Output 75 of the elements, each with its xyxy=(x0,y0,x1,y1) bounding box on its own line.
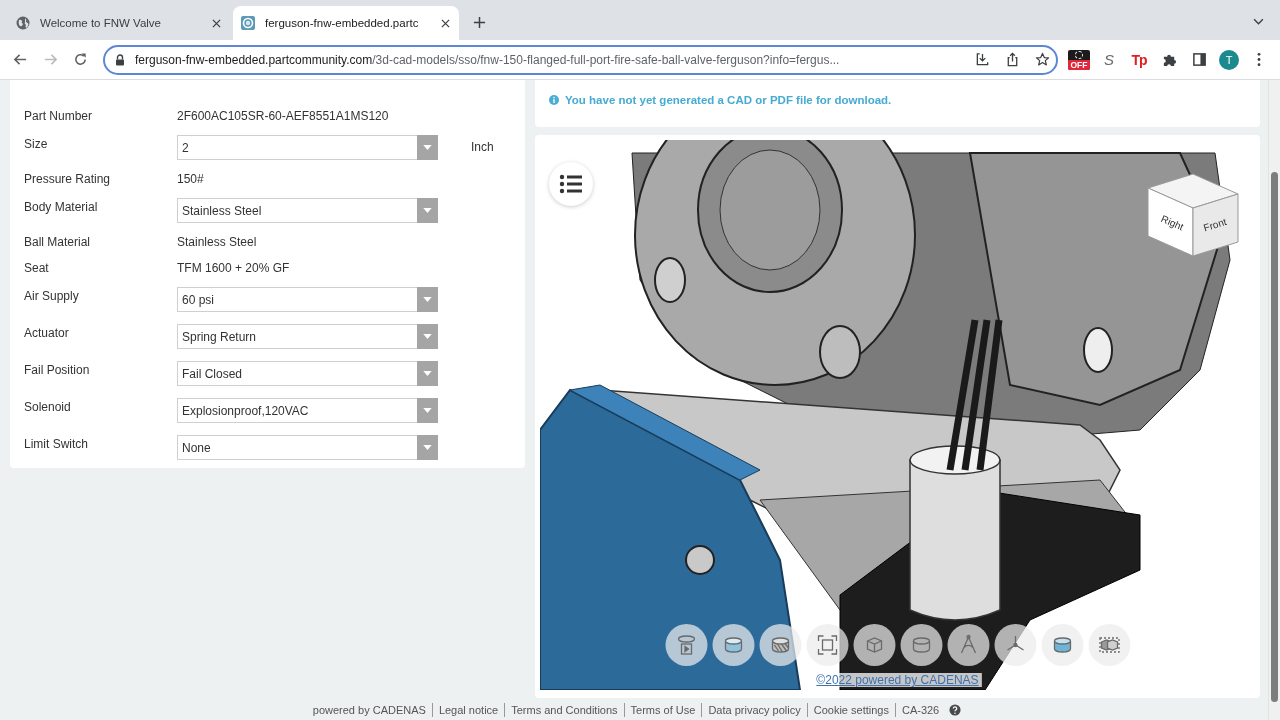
url-text: ferguson-fnw-embedded.partcommunity.com/3d-cad-models/sso/fnw-150-flanged-full-port-fire-safe-ball-valve-ferguson?info=fergus... xyxy=(135,52,841,67)
scrollbar-track[interactable] xyxy=(1268,80,1280,720)
back-arrow-icon[interactable] xyxy=(12,52,28,67)
field-value: TFM 1600 + 20% GF xyxy=(177,260,290,276)
cube-face-label[interactable]: Front xyxy=(1202,216,1228,234)
footer-link[interactable]: Data privacy policy xyxy=(701,703,807,717)
puzzle-icon[interactable] xyxy=(1161,52,1177,67)
globe-icon xyxy=(16,16,30,30)
profile-avatar[interactable]: T xyxy=(1219,49,1239,70)
bolt-head xyxy=(685,545,715,575)
bolt-hole xyxy=(819,325,861,379)
sidebar-icon[interactable] xyxy=(1191,52,1207,67)
list-icon xyxy=(559,174,583,194)
field-label: Size xyxy=(24,136,49,152)
field-label: Actuator xyxy=(24,325,70,341)
caret-icon xyxy=(417,324,438,349)
field-label: Seat xyxy=(24,260,50,276)
field-label: Solenoid xyxy=(24,399,72,415)
field-label: Ball Material xyxy=(24,234,92,250)
extension-button[interactable]: Tp xyxy=(1125,45,1153,74)
extension-button[interactable]: S xyxy=(1095,45,1123,74)
caret-icon xyxy=(417,398,438,423)
field-value: 150# xyxy=(177,171,204,187)
unit-label: Inch xyxy=(471,139,494,156)
field-label: Part Number xyxy=(24,108,94,124)
browser-tab[interactable]: ferguson-fnw-embedded.partc xyxy=(233,6,459,40)
cube-face-label[interactable]: Right xyxy=(1159,213,1186,233)
field-label: Limit Switch xyxy=(24,436,89,452)
footer-link[interactable]: Legal notice xyxy=(431,703,505,717)
download-icon[interactable] xyxy=(975,52,990,67)
field-value: 2F600AC105SR-60-AEF8551A1MS120 xyxy=(177,108,389,124)
footer-link[interactable]: Cookie settings xyxy=(806,703,895,717)
chevron-down-icon[interactable] xyxy=(1253,18,1264,25)
close-icon[interactable] xyxy=(212,18,221,28)
more-options-icon[interactable] xyxy=(1257,52,1261,67)
view-cube[interactable]: Right Front xyxy=(1138,166,1248,262)
info-icon xyxy=(549,94,559,105)
field-label: Body Material xyxy=(24,199,99,215)
field-value: Stainless Steel xyxy=(177,234,257,250)
frame-icon xyxy=(815,633,839,657)
footer-link[interactable]: powered by CADENAS xyxy=(306,703,432,717)
lock-icon[interactable] xyxy=(115,53,125,66)
caret-icon xyxy=(417,198,438,223)
address-bar[interactable]: ferguson-fnw-embedded.partcommunity.com/3d-cad-models/sso/fnw-150-flanged-full-port-fire-safe-ball-valve-ferguson?info=fergus... xyxy=(103,44,1058,75)
star-icon[interactable] xyxy=(1035,52,1050,67)
share-icon[interactable] xyxy=(1005,52,1020,67)
footer-link[interactable]: CA-326 xyxy=(894,703,946,717)
help-icon[interactable] xyxy=(949,704,962,716)
close-icon[interactable] xyxy=(441,18,450,28)
dropdown[interactable]: Explosionproof,120VAC xyxy=(177,398,438,423)
dropdown[interactable]: Spring Return xyxy=(177,324,438,349)
caret-icon xyxy=(417,361,438,386)
dropdown[interactable]: Fail Closed xyxy=(177,361,438,386)
dropdown[interactable]: 60 psi xyxy=(177,287,438,312)
list-button[interactable] xyxy=(549,162,593,206)
dropdown[interactable]: 2 xyxy=(177,135,438,160)
reload-icon[interactable] xyxy=(72,52,88,67)
viewer-tool-button[interactable] xyxy=(806,624,848,666)
field-label: Air Supply xyxy=(24,288,80,304)
field-label: Pressure Rating xyxy=(24,171,112,187)
caret-icon xyxy=(417,135,438,160)
field-label: Fail Position xyxy=(24,362,91,378)
dropdown[interactable]: Stainless Steel xyxy=(177,198,438,223)
dropdown[interactable]: None xyxy=(177,435,438,460)
footer-link[interactable]: Terms of Use xyxy=(623,703,702,717)
bolt-hole xyxy=(654,257,686,303)
browser-tab[interactable]: Welcome to FNW Valve xyxy=(8,6,230,40)
ring-icon xyxy=(241,16,255,30)
bolt-hole xyxy=(1083,327,1113,373)
footer-link[interactable]: Terms and Conditions xyxy=(504,703,624,717)
scrollbar-thumb[interactable] xyxy=(1271,172,1278,702)
caret-icon xyxy=(417,287,438,312)
caret-icon xyxy=(417,435,438,460)
notice-message: You have not yet generated a CAD or PDF file for download. xyxy=(565,93,892,106)
plus-icon[interactable] xyxy=(473,16,486,29)
